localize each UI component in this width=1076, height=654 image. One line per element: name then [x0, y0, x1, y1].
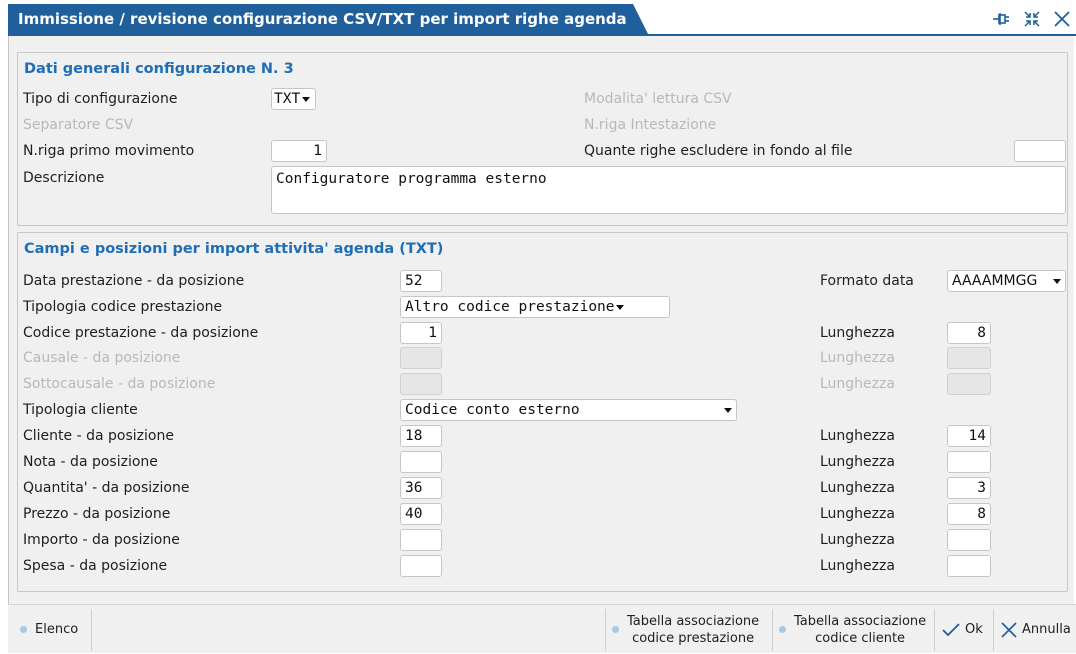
- exclude-rows-label: Quante righe escludere in fondo al file: [584, 143, 853, 159]
- description-label: Descrizione: [23, 170, 105, 186]
- bullet-icon: [20, 626, 27, 633]
- service-date-pos-input[interactable]: 52: [400, 270, 442, 292]
- elenco-button[interactable]: Elenco: [20, 605, 78, 654]
- expense-label: Spesa - da posizione: [23, 558, 168, 574]
- service-code-table-label: Tabella associazione codice prestazione: [627, 613, 759, 647]
- quantity-label: Quantita' - da posizione: [23, 480, 190, 496]
- note-length-input[interactable]: [947, 451, 991, 473]
- amount-length-label: Lunghezza: [820, 532, 895, 548]
- first-row-input[interactable]: 1: [271, 140, 327, 162]
- reason-pos-input: [400, 347, 442, 369]
- reason-length-label: Lunghezza: [820, 350, 895, 366]
- customer-pos-input[interactable]: 18: [400, 425, 442, 447]
- price-length-label: Lunghezza: [820, 506, 895, 522]
- reason-length-input: [947, 347, 991, 369]
- amount-pos-input[interactable]: [400, 529, 442, 551]
- expense-pos-input[interactable]: [400, 555, 442, 577]
- bullet-icon: [779, 626, 786, 633]
- quantity-length-input[interactable]: 3: [947, 477, 991, 499]
- window-title: Immissione / revisione configurazione CS…: [8, 4, 648, 34]
- chevron-down-icon: [724, 408, 732, 413]
- general-data-panel: Dati generali configurazione N. 3 Tipo d…: [17, 52, 1068, 226]
- description-input[interactable]: Configuratore programma esterno: [271, 166, 1066, 214]
- check-icon: [942, 622, 960, 636]
- separator: [934, 609, 935, 651]
- customer-code-table-label: Tabella associazione codice cliente: [794, 613, 926, 647]
- cancel-button[interactable]: Annulla: [1001, 605, 1071, 654]
- date-format-value: AAAAMMGG: [952, 273, 1038, 289]
- note-length-label: Lunghezza: [820, 454, 895, 470]
- price-label: Prezzo - da posizione: [23, 506, 171, 522]
- service-code-type-value: Altro codice prestazione: [405, 299, 615, 315]
- close-icon[interactable]: [1052, 9, 1072, 29]
- bullet-icon: [612, 626, 619, 633]
- customer-code-table-button[interactable]: Tabella associazione codice cliente: [779, 605, 926, 654]
- subreason-length-label: Lunghezza: [820, 376, 895, 392]
- note-label: Nota - da posizione: [23, 454, 158, 470]
- collapse-icon[interactable]: [1022, 9, 1042, 29]
- price-length-input[interactable]: 8: [947, 503, 991, 525]
- customer-length-label: Lunghezza: [820, 428, 895, 444]
- service-code-length-input[interactable]: 8: [947, 322, 991, 344]
- config-type-value: TXT: [274, 91, 301, 107]
- chevron-down-icon: [615, 304, 624, 310]
- chevron-down-icon: [1053, 279, 1061, 284]
- config-type-select[interactable]: TXT: [271, 88, 316, 110]
- window-controls: [992, 7, 1072, 31]
- pin-icon[interactable]: [992, 9, 1012, 29]
- quantity-pos-input[interactable]: 36: [400, 477, 442, 499]
- customer-code-table-line1: Tabella associazione: [794, 613, 927, 629]
- cancel-label: Annulla: [1022, 622, 1071, 637]
- service-code-table-line2: codice prestazione: [632, 630, 755, 646]
- title-bar: Immissione / revisione configurazione CS…: [8, 4, 1076, 36]
- subreason-length-input: [947, 373, 991, 395]
- customer-length-input[interactable]: 14: [947, 425, 991, 447]
- config-type-label: Tipo di configurazione: [23, 91, 178, 107]
- ok-button[interactable]: Ok: [942, 605, 983, 654]
- elenco-label: Elenco: [35, 622, 79, 637]
- service-code-type-select[interactable]: Altro codice prestazione: [400, 296, 670, 318]
- first-row-label: N.riga primo movimento: [23, 143, 195, 159]
- ok-label: Ok: [965, 622, 983, 637]
- customer-type-select[interactable]: Codice conto esterno: [400, 399, 737, 421]
- close-icon: [1001, 621, 1017, 638]
- amount-length-input[interactable]: [947, 529, 991, 551]
- subreason-label: Sottocausale - da posizione: [23, 376, 216, 392]
- separator: [993, 609, 994, 651]
- service-code-type-label: Tipologia codice prestazione: [23, 299, 223, 315]
- general-section-title: Dati generali configurazione N. 3: [24, 61, 294, 77]
- header-row-label: N.riga Intestazione: [584, 117, 717, 133]
- reason-label: Causale - da posizione: [23, 350, 181, 366]
- fields-section-title: Campi e posizioni per import attivita' a…: [24, 241, 444, 257]
- customer-type-label: Tipologia cliente: [23, 402, 138, 418]
- csv-read-mode-label: Modalita' lettura CSV: [584, 91, 732, 107]
- date-format-label: Formato data: [820, 273, 914, 289]
- amount-label: Importo - da posizione: [23, 532, 180, 548]
- customer-code-table-line2: codice cliente: [815, 630, 906, 646]
- customer-label: Cliente - da posizione: [23, 428, 174, 444]
- chevron-down-icon: [302, 96, 311, 102]
- service-code-table-button[interactable]: Tabella associazione codice prestazione: [612, 605, 759, 654]
- service-code-label: Codice prestazione - da posizione: [23, 325, 259, 341]
- separator: [91, 609, 92, 651]
- customer-type-value: Codice conto esterno: [405, 402, 580, 418]
- service-code-length-label: Lunghezza: [820, 325, 895, 341]
- exclude-rows-input[interactable]: [1014, 140, 1066, 162]
- footer-toolbar: Elenco Tabella associazione codice prest…: [8, 604, 1076, 653]
- service-date-label: Data prestazione - da posizione: [23, 273, 245, 289]
- date-format-select[interactable]: AAAAMMGG: [947, 270, 1066, 292]
- separator: [605, 609, 606, 651]
- note-pos-input[interactable]: [400, 451, 442, 473]
- service-code-table-line1: Tabella associazione: [627, 613, 760, 629]
- service-code-pos-input[interactable]: 1: [400, 322, 442, 344]
- expense-length-label: Lunghezza: [820, 558, 895, 574]
- subreason-pos-input: [400, 373, 442, 395]
- quantity-length-label: Lunghezza: [820, 480, 895, 496]
- separator: [772, 609, 773, 651]
- fields-positions-panel: Campi e posizioni per import attivita' a…: [17, 232, 1068, 592]
- expense-length-input[interactable]: [947, 555, 991, 577]
- price-pos-input[interactable]: 40: [400, 503, 442, 525]
- csv-separator-label: Separatore CSV: [23, 117, 134, 133]
